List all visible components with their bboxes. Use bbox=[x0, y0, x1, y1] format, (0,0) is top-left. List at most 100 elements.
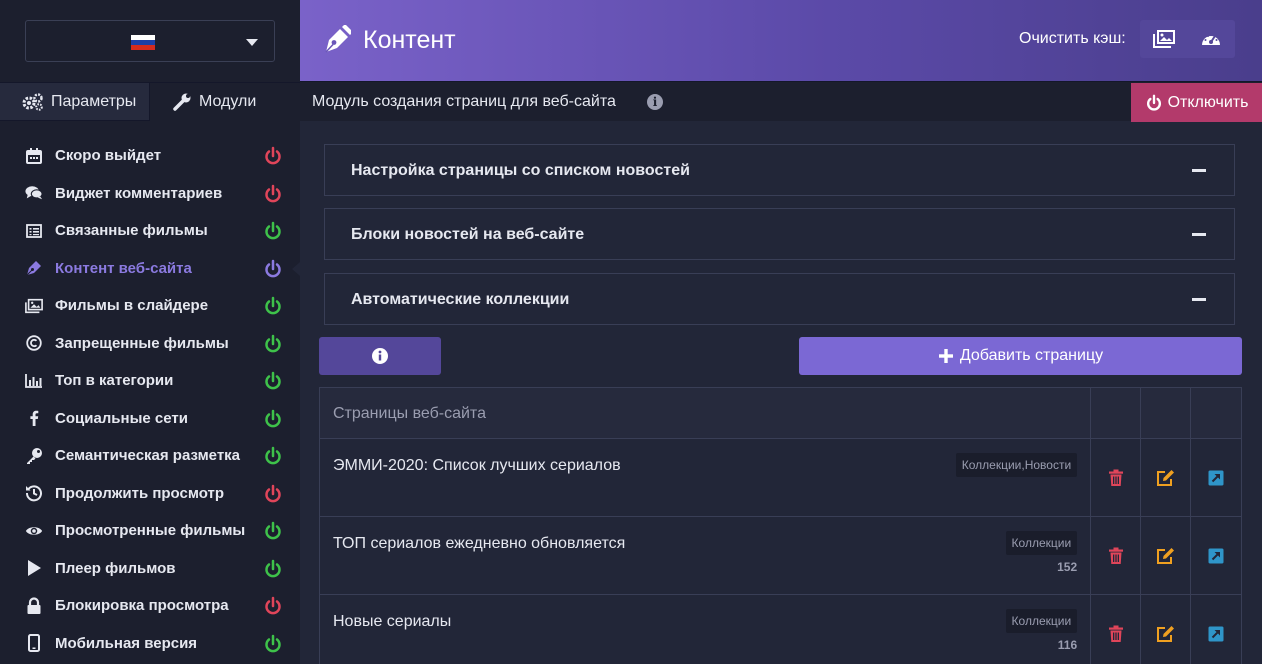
table-row: ЭММИ-2020: Список лучших сериалов Коллек… bbox=[320, 439, 1241, 517]
view-count: 116 bbox=[1057, 638, 1078, 652]
power-icon bbox=[1146, 94, 1161, 111]
open-link-button[interactable] bbox=[1191, 517, 1241, 594]
comments-icon bbox=[25, 184, 43, 202]
power-on-icon[interactable] bbox=[263, 634, 283, 654]
edit-button[interactable] bbox=[1141, 595, 1192, 664]
pages-table: Страницы веб-сайта ЭММИ-2020: Список луч… bbox=[319, 387, 1242, 664]
module-title: Модуль создания страниц для веб-сайта bbox=[312, 93, 616, 110]
clear-data-cache-button[interactable] bbox=[1187, 20, 1234, 58]
sidebar-item-comments-widget[interactable]: Виджет комментариев bbox=[0, 175, 300, 213]
category-badge: Коллекции bbox=[1005, 531, 1078, 555]
power-off-icon[interactable] bbox=[263, 146, 283, 166]
collapse-icon[interactable] bbox=[1192, 298, 1206, 301]
edit-icon bbox=[1156, 547, 1174, 564]
sidebar-item-label: Мобильная версия bbox=[55, 634, 198, 652]
chevron-down-icon bbox=[246, 39, 258, 46]
page-title-cell[interactable]: ТОП сериалов ежедневно обновляется bbox=[333, 535, 625, 553]
info-button[interactable] bbox=[319, 337, 441, 375]
add-page-button[interactable]: Добавить страницу bbox=[799, 337, 1242, 375]
sidebar-item-coming-soon[interactable]: Скоро выйдет bbox=[0, 137, 300, 175]
page-title-cell[interactable]: ЭММИ-2020: Список лучших сериалов bbox=[333, 457, 621, 475]
table-header-title: Страницы веб-сайта bbox=[333, 405, 486, 422]
sidebar-item-watched-films[interactable]: Просмотренные фильмы bbox=[0, 512, 300, 550]
power-on-icon[interactable] bbox=[263, 334, 283, 354]
tab-parameters[interactable]: Параметры bbox=[0, 83, 150, 121]
accordion-news-blocks[interactable]: Блоки новостей на веб-сайте bbox=[324, 208, 1235, 260]
sidebar-item-label: Продолжить просмотр bbox=[55, 484, 225, 502]
sidebar-item-label: Топ в категории bbox=[55, 372, 174, 390]
accordion-auto-collections[interactable]: Автоматические коллекции bbox=[324, 273, 1235, 325]
facebook-icon bbox=[25, 409, 43, 427]
power-on-icon[interactable] bbox=[263, 446, 283, 466]
edit-button[interactable] bbox=[1141, 517, 1192, 594]
sidebar-item-mobile-version[interactable]: Мобильная версия bbox=[0, 625, 300, 663]
sidebar-item-semantic-markup[interactable]: Семантическая разметка bbox=[0, 437, 300, 475]
power-active-icon[interactable] bbox=[263, 259, 283, 279]
edit-icon bbox=[1156, 469, 1174, 486]
power-on-icon[interactable] bbox=[263, 296, 283, 316]
disable-module-button[interactable]: Отключить bbox=[1131, 83, 1262, 122]
power-on-icon[interactable] bbox=[263, 409, 283, 429]
sidebar-item-label: Фильмы в слайдере bbox=[55, 297, 209, 315]
sidebar-item-label: Виджет комментариев bbox=[55, 184, 223, 202]
sidebar-item-film-player[interactable]: Плеер фильмов bbox=[0, 550, 300, 588]
view-count: 152 bbox=[1057, 560, 1078, 574]
power-off-icon[interactable] bbox=[263, 184, 283, 204]
language-select[interactable] bbox=[25, 20, 275, 62]
page-title-cell[interactable]: Новые сериалы bbox=[333, 613, 451, 631]
sidebar-item-label: Семантическая разметка bbox=[55, 447, 241, 465]
power-on-icon[interactable] bbox=[263, 521, 283, 541]
sidebar-item-top-in-category[interactable]: Топ в категории bbox=[0, 362, 300, 400]
power-off-icon[interactable] bbox=[263, 596, 283, 616]
power-on-icon[interactable] bbox=[263, 559, 283, 579]
module-subheader: Модуль создания страниц для веб-сайта i … bbox=[300, 81, 1262, 122]
power-off-icon[interactable] bbox=[263, 484, 283, 504]
sidebar-item-slider-films[interactable]: Фильмы в слайдере bbox=[0, 287, 300, 325]
edit-button[interactable] bbox=[1141, 439, 1192, 516]
sidebar: Параметры Модули Скоро выйдет Виджет ком… bbox=[0, 0, 300, 664]
copyright-icon bbox=[25, 334, 43, 352]
clear-cache-label: Очистить кэш: bbox=[1019, 30, 1126, 47]
accordion-news-list-settings[interactable]: Настройка страницы со списком новостей bbox=[324, 144, 1235, 196]
info-circle-icon bbox=[372, 348, 388, 364]
module-menu: Скоро выйдет Виджет комментариев Связанн… bbox=[0, 137, 300, 662]
delete-button[interactable] bbox=[1091, 517, 1142, 594]
dashboard-icon bbox=[1201, 35, 1220, 45]
sidebar-item-social-networks[interactable]: Социальные сети bbox=[0, 400, 300, 438]
pen-icon bbox=[325, 25, 351, 53]
bar-chart-icon bbox=[25, 372, 43, 390]
power-on-icon[interactable] bbox=[263, 371, 283, 391]
sidebar-item-label: Просмотренные фильмы bbox=[55, 522, 246, 540]
sidebar-item-label: Плеер фильмов bbox=[55, 559, 176, 577]
table-row: ТОП сериалов ежедневно обновляется Колле… bbox=[320, 517, 1241, 595]
sidebar-item-continue-watching[interactable]: Продолжить просмотр bbox=[0, 475, 300, 513]
collapse-icon[interactable] bbox=[1192, 169, 1206, 172]
play-icon bbox=[25, 559, 43, 577]
open-link-button[interactable] bbox=[1191, 595, 1241, 664]
delete-button[interactable] bbox=[1091, 439, 1142, 516]
sidebar-tabs: Параметры Модули bbox=[0, 82, 300, 121]
table-header-row: Страницы веб-сайта bbox=[320, 388, 1241, 439]
tab-parameters-label: Параметры bbox=[51, 92, 137, 110]
tab-modules[interactable]: Модули bbox=[150, 83, 300, 121]
page-header: Контент Очистить кэш: bbox=[300, 0, 1262, 81]
delete-button[interactable] bbox=[1091, 595, 1142, 664]
russia-flag-icon bbox=[131, 35, 155, 50]
page-title: Контент bbox=[363, 26, 456, 54]
wrench-icon bbox=[173, 93, 191, 111]
history-icon bbox=[25, 484, 43, 502]
clear-image-cache-button[interactable] bbox=[1140, 20, 1187, 58]
list-icon bbox=[25, 222, 43, 240]
sidebar-item-related-films[interactable]: Связанные фильмы bbox=[0, 212, 300, 250]
images-icon bbox=[25, 297, 43, 315]
sidebar-item-website-content[interactable]: Контент веб-сайта bbox=[0, 250, 300, 288]
edit-icon bbox=[1156, 626, 1174, 642]
power-on-icon[interactable] bbox=[263, 221, 283, 241]
trash-icon bbox=[1108, 547, 1123, 564]
open-link-button[interactable] bbox=[1191, 439, 1241, 516]
sidebar-item-view-lock[interactable]: Блокировка просмотра bbox=[0, 587, 300, 625]
sidebar-item-label: Запрещенные фильмы bbox=[55, 334, 229, 352]
collapse-icon[interactable] bbox=[1192, 233, 1206, 236]
info-icon[interactable]: i bbox=[647, 94, 663, 110]
sidebar-item-banned-films[interactable]: Запрещенные фильмы bbox=[0, 325, 300, 363]
